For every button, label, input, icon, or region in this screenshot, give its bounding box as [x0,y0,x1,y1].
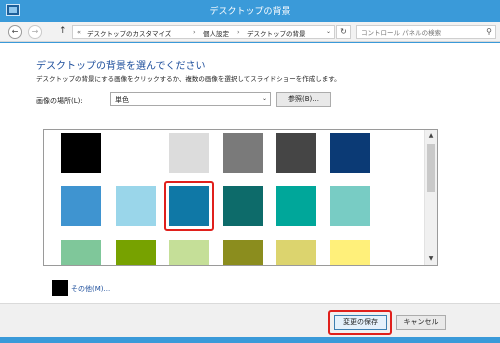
page-description: デスクトップの背景にする画像をクリックするか、複数の画像を選択してスライドショー… [36,75,341,83]
color-swatch[interactable] [116,240,156,265]
color-swatch[interactable] [330,133,370,173]
forward-button[interactable]: → [28,25,42,39]
image-location-label: 画像の場所(L): [36,97,83,105]
color-swatch[interactable] [330,240,370,265]
main-content: デスクトップの背景を選んでください デスクトップの背景にする画像をクリックするか… [0,43,500,303]
window-title: デスクトップの背景 [209,7,291,17]
chevron-down-icon[interactable]: ⌄ [262,95,267,102]
color-swatch[interactable] [169,133,209,173]
browse-button[interactable]: 参照(B)... [276,92,331,107]
dialog-window: デスクトップの背景 ← → ↑ « デスクトップのカスタマイズ › 個人設定 ›… [0,0,500,343]
breadcrumb-overflow[interactable]: « [77,28,81,36]
color-swatch[interactable] [276,240,316,265]
refresh-button[interactable]: ↻ [336,25,351,39]
other-color-link[interactable]: その他(M)... [71,284,110,294]
color-swatch[interactable] [223,240,263,265]
page-title: デスクトップの背景を選んでください [36,61,206,72]
image-location-value: 単色 [115,96,129,104]
selected-swatch-highlight [164,181,214,231]
image-location-select[interactable]: 単色 ⌄ [110,92,271,106]
color-swatch[interactable] [61,133,101,173]
scroll-up-button[interactable]: ▲ [425,130,437,142]
up-button[interactable]: ↑ [59,26,67,36]
color-swatch[interactable] [61,186,101,226]
title-bar[interactable]: デスクトップの背景 [0,0,500,22]
search-box[interactable]: ⚲ [356,25,496,39]
breadcrumb-desktop-background[interactable]: デスクトップの背景 [247,28,306,38]
cancel-button[interactable]: キャンセル [396,315,446,330]
scroll-thumb[interactable] [427,144,435,192]
breadcrumb-separator: › [193,28,196,36]
search-input[interactable] [361,27,479,38]
scroll-down-button[interactable]: ▼ [425,253,437,265]
address-bar: ← → ↑ « デスクトップのカスタマイズ › 個人設定 › デスクトップの背景… [0,22,500,42]
color-picker-grid: ▲ ▼ [43,129,438,266]
save-changes-button[interactable]: 変更の保存 [334,315,387,330]
search-icon[interactable]: ⚲ [486,27,492,36]
color-swatch[interactable] [116,186,156,226]
color-swatch[interactable] [276,133,316,173]
color-swatch[interactable] [276,186,316,226]
color-swatch[interactable] [330,186,370,226]
breadcrumb-customize[interactable]: デスクトップのカスタマイズ [87,28,171,38]
color-swatch[interactable] [223,133,263,173]
window-frame-bottom [0,337,500,343]
color-swatch[interactable] [169,240,209,265]
color-swatch[interactable] [61,240,101,265]
back-button[interactable]: ← [8,25,22,39]
color-swatch[interactable] [223,186,263,226]
chevron-down-icon[interactable]: ⌄ [326,28,331,35]
breadcrumb[interactable]: « デスクトップのカスタマイズ › 個人設定 › デスクトップの背景 ⌄ [72,25,335,39]
vertical-scrollbar[interactable]: ▲ ▼ [424,130,437,265]
breadcrumb-personalize[interactable]: 個人設定 [203,28,229,38]
breadcrumb-separator: › [237,28,240,36]
other-color-swatch[interactable] [52,280,68,296]
footer: 変更の保存 キャンセル [0,303,500,337]
